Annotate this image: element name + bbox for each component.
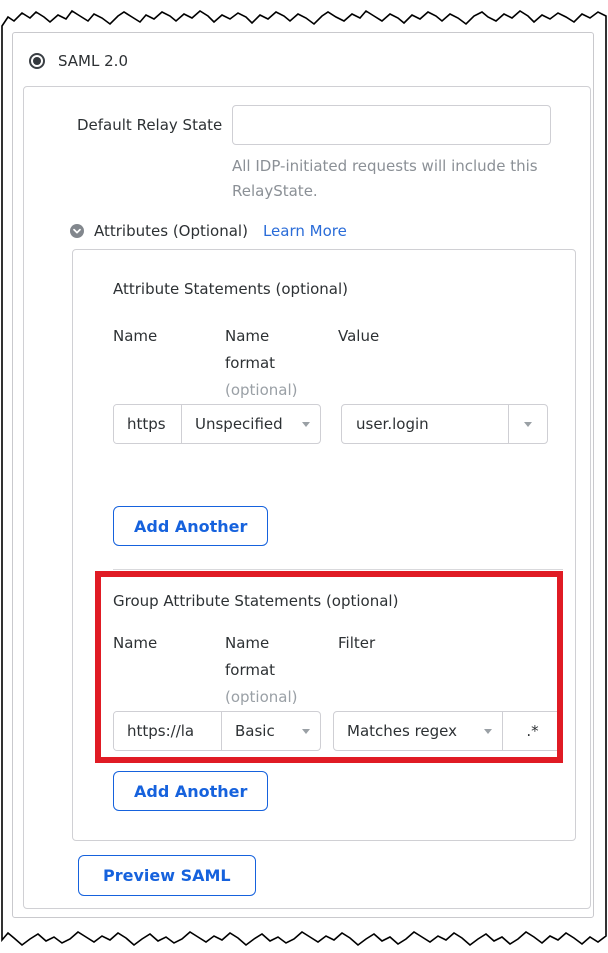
group-filter-type-select[interactable]: Matches regex xyxy=(334,712,502,750)
saml-radio-row[interactable]: SAML 2.0 xyxy=(29,49,593,73)
column-header-optional: (optional) xyxy=(225,688,298,706)
group-attribute-name-input[interactable] xyxy=(114,712,221,750)
column-header-name: Name xyxy=(113,323,225,404)
column-header-name: Name xyxy=(113,630,225,711)
chevron-down-icon xyxy=(302,729,310,734)
default-relay-state-label: Default Relay State xyxy=(77,105,232,204)
chevron-circle-icon[interactable] xyxy=(70,224,84,238)
group-name-format-select[interactable]: Basic xyxy=(221,712,320,750)
add-another-attribute-button[interactable]: Add Another xyxy=(113,506,268,546)
learn-more-link[interactable]: Learn More xyxy=(263,222,347,240)
saml-settings-card: SAML 2.0 Default Relay State All IDP-ini… xyxy=(12,32,594,918)
attribute-statements-title: Attribute Statements (optional) xyxy=(113,280,563,298)
attribute-name-format-select[interactable]: Unspecified xyxy=(181,405,320,443)
saml-radio-button[interactable] xyxy=(29,53,45,69)
section-divider xyxy=(113,569,563,570)
group-attribute-statement-row: Basic Matches regex xyxy=(113,711,563,751)
default-relay-state-input[interactable] xyxy=(232,105,551,145)
attributes-optional-label: Attributes (Optional) xyxy=(94,222,248,240)
attribute-statement-row: Unspecified user.login xyxy=(113,404,563,444)
column-header-name-format: Name format (optional) xyxy=(225,323,338,404)
attribute-name-input[interactable] xyxy=(114,405,181,443)
default-relay-state-row: Default Relay State All IDP-initiated re… xyxy=(24,87,590,204)
saml-radio-label: SAML 2.0 xyxy=(58,52,128,70)
attribute-statements-headers: Name Name format (optional) Value xyxy=(113,323,563,404)
chevron-down-icon xyxy=(484,729,492,734)
group-filter-value-input[interactable] xyxy=(502,712,562,750)
group-attribute-statements-headers: Name Name format (optional) Filter xyxy=(113,630,563,711)
attributes-section-header: Attributes (Optional) Learn More xyxy=(70,220,590,242)
attribute-statements-panel: Attribute Statements (optional) Name Nam… xyxy=(72,249,576,841)
relay-state-help-text: All IDP-initiated requests will include … xyxy=(232,154,551,204)
column-header-name-format: Name format (optional) xyxy=(225,630,338,711)
group-attribute-statements-title: Group Attribute Statements (optional) xyxy=(113,592,563,610)
attribute-value-select[interactable]: user.login xyxy=(341,404,548,444)
column-header-filter: Filter xyxy=(338,630,563,711)
chevron-down-icon xyxy=(524,422,532,427)
select-arrow-button[interactable] xyxy=(508,405,547,443)
add-another-group-attribute-button[interactable]: Add Another xyxy=(113,771,268,811)
preview-saml-button[interactable]: Preview SAML xyxy=(78,855,256,896)
column-header-optional: (optional) xyxy=(225,381,298,399)
radio-selected-dot xyxy=(33,57,41,65)
saml-settings-panel: Default Relay State All IDP-initiated re… xyxy=(23,86,591,909)
column-header-value: Value xyxy=(338,323,563,404)
chevron-down-icon xyxy=(302,422,310,427)
